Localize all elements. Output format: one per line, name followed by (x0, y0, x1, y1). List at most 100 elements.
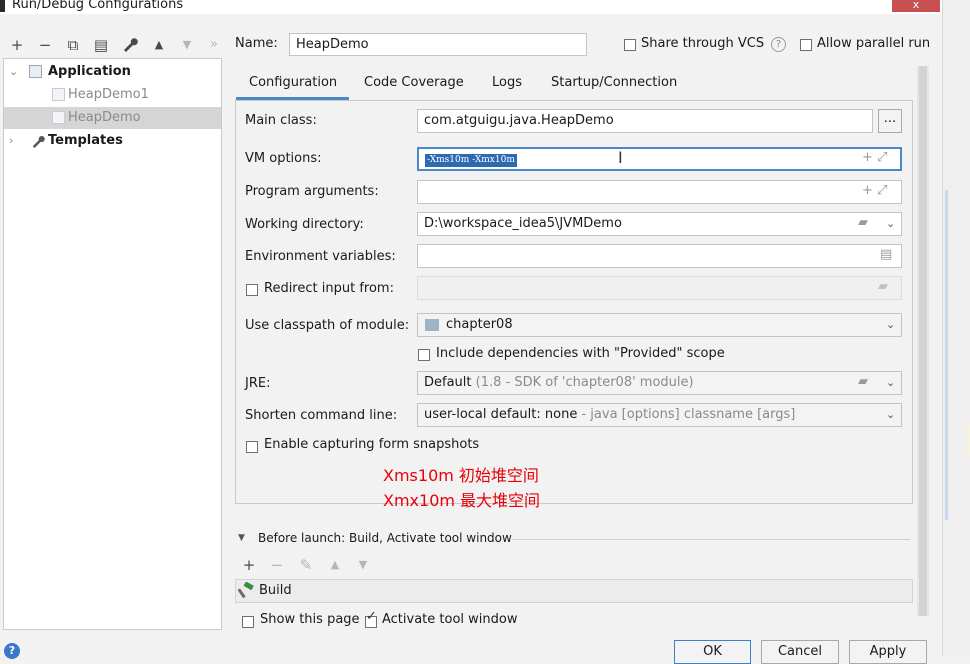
checkbox-box[interactable] (242, 615, 254, 628)
move-up-icon[interactable]: ▲ (150, 36, 168, 54)
background-strip (942, 0, 970, 656)
jre-hint: (1.8 - SDK of 'chapter08' module) (475, 375, 694, 390)
scrollbar-thumb[interactable] (919, 66, 927, 616)
add-icon[interactable]: + (8, 36, 26, 54)
add-icon[interactable]: + (240, 556, 258, 574)
ok-button[interactable]: OK (674, 640, 751, 664)
tab-startup-connection[interactable]: Startup/Connection (551, 75, 677, 90)
expand-icons[interactable]: + ⤢ (862, 150, 887, 165)
remove-icon[interactable]: − (268, 556, 286, 574)
help-icon[interactable]: ? (4, 643, 20, 659)
text-cursor-icon: I (618, 148, 623, 167)
tree-group-templates[interactable]: › Templates (4, 130, 221, 152)
classpath-module-select[interactable]: chapter08 (417, 313, 902, 337)
tree-item-label: HeapDemo (68, 110, 141, 125)
classpath-module-label: Use classpath of module: (245, 318, 410, 333)
allow-parallel-checkbox[interactable] (800, 37, 812, 52)
checkbox-box[interactable] (418, 348, 430, 361)
chevron-down-icon[interactable]: ⌄ (886, 217, 895, 230)
share-vcs-checkbox[interactable] (624, 37, 636, 52)
tree-group-label: Application (48, 64, 131, 79)
include-dependencies-label: Include dependencies with "Provided" sco… (436, 346, 725, 361)
browse-button[interactable]: ... (878, 109, 902, 133)
redirect-input-field[interactable] (417, 276, 902, 300)
config-tree[interactable]: ⌄ Application HeapDemo1 HeapDemo › Templ… (3, 58, 222, 630)
main-class-field[interactable]: com.atguigu.java.HeapDemo (417, 109, 873, 133)
apply-button[interactable]: Apply (849, 640, 927, 664)
config-icon (52, 111, 65, 124)
tree-item-heapdemo[interactable]: HeapDemo (4, 107, 221, 129)
edit-icon[interactable]: ✎ (297, 556, 315, 574)
cancel-button[interactable]: Cancel (761, 640, 839, 664)
wrench-icon-glyph (124, 38, 138, 52)
move-down-icon[interactable]: ▼ (354, 556, 372, 574)
more-icon[interactable]: » (205, 36, 223, 54)
tab-logs[interactable]: Logs (492, 75, 522, 90)
hammer-icon (237, 581, 254, 602)
working-directory-label: Working directory: (245, 217, 364, 232)
chevron-down-icon[interactable]: ⌄ (886, 408, 895, 421)
before-launch-header[interactable]: Before launch: Build, Activate tool wind… (258, 531, 512, 545)
shorten-command-line-select[interactable]: user-local default: none - java [options… (417, 403, 902, 427)
copy-icon[interactable]: ⧉ (64, 36, 82, 54)
checkbox-box[interactable] (800, 38, 812, 51)
share-vcs-label: Share through VCS (641, 36, 765, 51)
redirect-input-checkbox[interactable] (246, 282, 258, 297)
divider (512, 539, 910, 540)
capture-snapshots-checkbox[interactable] (246, 439, 258, 454)
tab-configuration[interactable]: Configuration (249, 75, 337, 90)
close-button[interactable]: x (892, 0, 940, 12)
working-directory-field[interactable]: D:\workspace_idea5\JVMDemo (417, 212, 902, 236)
remove-icon[interactable]: − (36, 36, 54, 54)
help-icon[interactable]: ? (771, 37, 786, 52)
wrench-icon[interactable] (121, 36, 139, 58)
tree-group-application[interactable]: ⌄ Application (4, 61, 221, 83)
module-icon (425, 319, 439, 331)
collapse-arrow-icon[interactable]: ▼ (238, 533, 245, 543)
vm-options-field[interactable]: -Xms10m -Xmx10m (417, 147, 902, 171)
chevron-right-icon[interactable]: › (9, 130, 13, 152)
name-label: Name: (235, 36, 278, 51)
chevron-down-icon[interactable]: ⌄ (886, 376, 895, 389)
app-icon (0, 0, 5, 12)
application-icon (29, 65, 42, 78)
move-up-icon[interactable]: ▲ (326, 556, 344, 574)
tab-code-coverage[interactable]: Code Coverage (364, 75, 464, 90)
window-title-bar: Run/Debug Configurations x (0, 0, 970, 14)
document-icon[interactable]: ▤ (880, 247, 892, 262)
folder-icon[interactable]: ▰ (858, 374, 868, 389)
tree-item-heapdemo1[interactable]: HeapDemo1 (4, 84, 221, 106)
folder-icon[interactable]: ▰ (858, 215, 868, 230)
before-launch-list[interactable] (235, 579, 913, 603)
vm-options-label: VM options: (245, 151, 322, 166)
vm-options-value: -Xms10m -Xmx10m (425, 154, 517, 167)
program-arguments-label: Program arguments: (245, 184, 379, 199)
expand-icons[interactable]: + ⤢ (862, 183, 887, 198)
save-icon[interactable]: ▤ (92, 36, 110, 54)
environment-variables-field[interactable] (417, 244, 902, 268)
build-task[interactable]: Build (259, 583, 292, 598)
shorten-value: user-local default: none (424, 407, 578, 422)
name-field[interactable]: HeapDemo (289, 33, 587, 56)
window-title: Run/Debug Configurations (12, 0, 184, 12)
chevron-down-icon[interactable]: ⌄ (886, 318, 895, 331)
checkbox-box[interactable] (246, 283, 258, 296)
scrollbar[interactable] (917, 66, 929, 616)
move-down-icon[interactable]: ▼ (178, 36, 196, 54)
chevron-down-icon[interactable]: ⌄ (9, 61, 18, 83)
jre-select[interactable]: Default (1.8 - SDK of 'chapter08' module… (417, 371, 902, 395)
annotation-xmx: Xmx10m 最大堆空间 (383, 491, 541, 510)
config-icon (52, 88, 65, 101)
folder-icon[interactable]: ▰ (878, 279, 888, 294)
checkbox-box[interactable] (246, 440, 258, 453)
background-accent (945, 190, 948, 520)
show-page-checkbox[interactable] (242, 614, 254, 629)
program-arguments-field[interactable] (417, 180, 902, 204)
shorten-command-line-label: Shorten command line: (245, 408, 398, 423)
jre-label: JRE: (245, 376, 271, 391)
wrench-icon (31, 130, 45, 156)
include-dependencies-checkbox[interactable] (418, 347, 430, 362)
checkmark-icon: ✓ (366, 609, 377, 624)
annotation-xms: Xms10m 初始堆空间 (383, 466, 539, 485)
checkbox-box[interactable] (624, 38, 636, 51)
